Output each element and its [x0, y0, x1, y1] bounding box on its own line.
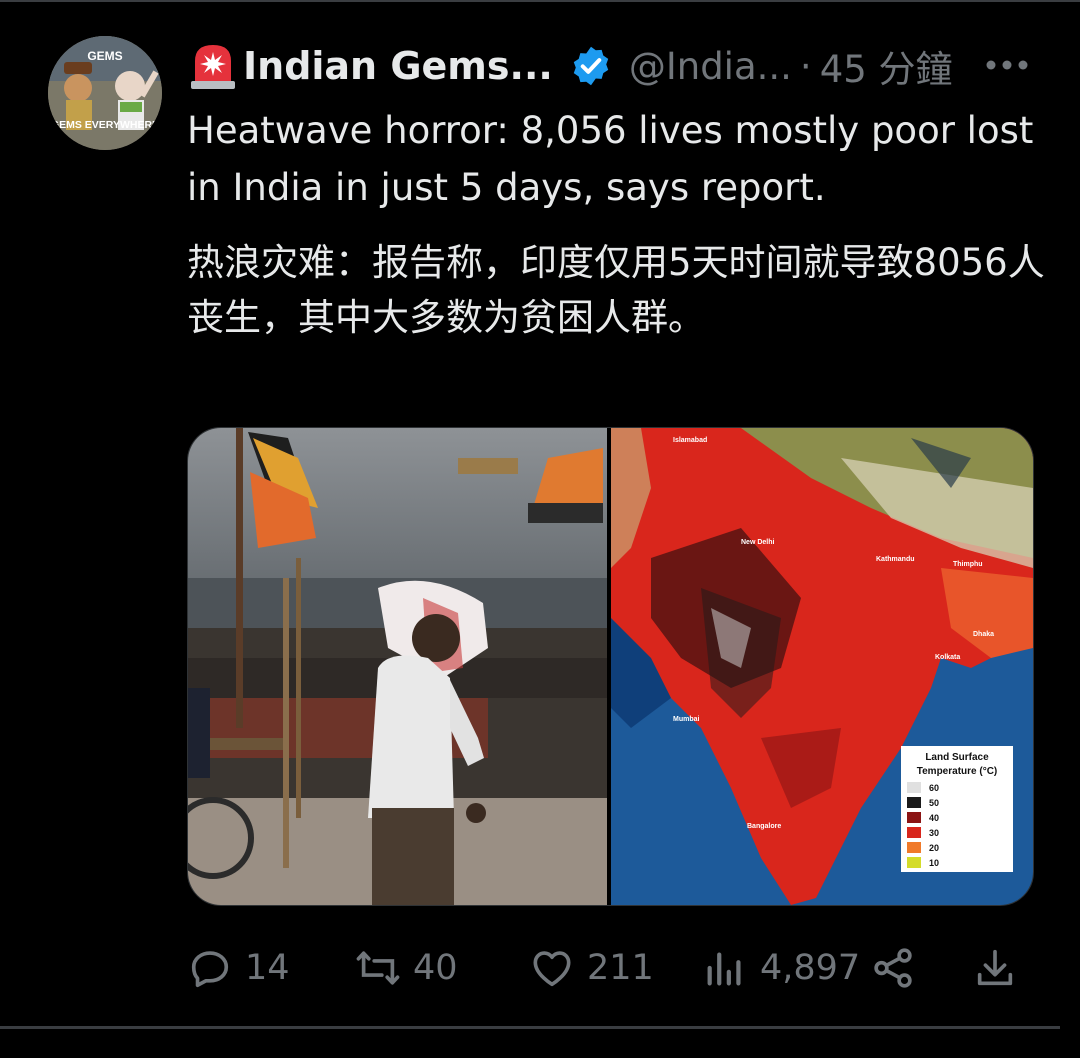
- avatar[interactable]: GEMS GEMS EVERYWHERE: [48, 36, 162, 150]
- city-label: Islamabad: [673, 437, 707, 444]
- timestamp[interactable]: 45 分鐘: [820, 39, 953, 93]
- legend-swatch: [907, 857, 921, 868]
- verified-badge-icon: [573, 46, 609, 86]
- tweet-text-chinese: 热浪灾难：报告称，印度仅用5天时间就导致8056人丧生，其中大多数为贫困人群。: [187, 241, 1045, 339]
- reply-button[interactable]: 14: [187, 938, 290, 998]
- share-icon: [874, 948, 912, 988]
- legend-swatch: [907, 842, 921, 853]
- legend-title-line2: Temperature (°C): [917, 766, 998, 777]
- views-count: 4,897: [760, 948, 861, 988]
- avatar-text-top: GEMS: [87, 49, 122, 63]
- share-button[interactable]: [870, 938, 928, 998]
- views-button[interactable]: 4,897: [702, 938, 860, 998]
- city-label: Thimphu: [953, 561, 983, 568]
- repost-count: 40: [413, 948, 458, 988]
- legend-label: 40: [929, 813, 939, 823]
- legend-label: 10: [929, 858, 939, 868]
- city-label: New Delhi: [741, 539, 775, 546]
- legend-swatch: [907, 827, 921, 838]
- download-icon: [977, 949, 1013, 986]
- tweet-header: Indian Gems... @India... · 45 分鐘: [187, 38, 953, 94]
- heatwave-photo[interactable]: [188, 428, 607, 905]
- city-label: Bangalore: [747, 823, 781, 830]
- repost-icon: [356, 951, 400, 985]
- city-label: Mumbai: [673, 716, 700, 723]
- like-button[interactable]: 211: [529, 938, 654, 998]
- legend-label: 50: [929, 798, 939, 808]
- reply-icon: [191, 951, 229, 988]
- legend-swatch: [907, 812, 921, 823]
- top-divider: [0, 0, 1080, 2]
- like-icon: [533, 951, 571, 987]
- city-label: Kathmandu: [876, 556, 915, 563]
- city-label: Kolkata: [935, 654, 960, 661]
- heat-map-image[interactable]: Islamabad New Delhi Kathmandu Thimphu Dh…: [611, 428, 1033, 905]
- tweet-actions: 14 40 211 4,897: [187, 938, 1032, 998]
- legend-label: 60: [929, 783, 939, 793]
- more-options-icon[interactable]: [984, 50, 1030, 80]
- legend-swatch: [907, 797, 921, 808]
- views-icon: [707, 952, 741, 986]
- siren-emoji-icon: [191, 45, 235, 89]
- author-handle[interactable]: @India...: [629, 45, 792, 88]
- avatar-image: GEMS GEMS EVERYWHERE: [48, 36, 162, 150]
- legend-label: 30: [929, 828, 939, 838]
- city-label: Dhaka: [973, 631, 994, 638]
- download-button[interactable]: [972, 938, 1030, 998]
- temperature-legend: Land Surface Temperature (°C) 60 50 40 30 20…: [901, 746, 1013, 872]
- avatar-text-bottom: GEMS EVERYWHERE: [51, 119, 159, 131]
- legend-swatch: [907, 782, 921, 793]
- repost-button[interactable]: 40: [355, 938, 458, 998]
- legend-title-line1: Land Surface: [925, 752, 989, 763]
- author-name[interactable]: Indian Gems...: [243, 44, 553, 88]
- tweet-text-english: Heatwave horror: 8,056 lives mostly poor…: [187, 109, 1034, 209]
- bottom-divider: [0, 1026, 1060, 1029]
- like-count: 211: [587, 948, 654, 988]
- tweet-media[interactable]: Islamabad New Delhi Kathmandu Thimphu Dh…: [187, 427, 1034, 906]
- separator-dot: ·: [799, 44, 812, 88]
- reply-count: 14: [245, 948, 290, 988]
- legend-label: 20: [929, 843, 939, 853]
